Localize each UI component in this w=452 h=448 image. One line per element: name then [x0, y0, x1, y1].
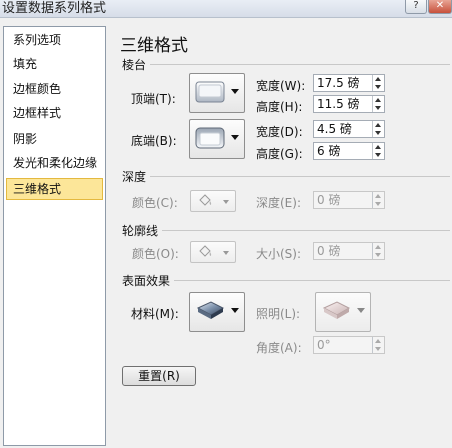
- depth-label: 深度(E):: [256, 196, 301, 210]
- sidebar-item-series-options[interactable]: 系列选项: [6, 29, 103, 51]
- spin-up-icon[interactable]: [375, 98, 381, 102]
- lighting-dropdown[interactable]: [315, 292, 371, 332]
- sidebar-item-label: 系列选项: [13, 33, 62, 47]
- depth-stepper[interactable]: 0 磅: [313, 191, 385, 209]
- spin-up-icon[interactable]: [375, 194, 381, 198]
- dropdown-arrow-icon: [231, 135, 239, 140]
- sidebar-item-fill[interactable]: 填充: [6, 53, 103, 75]
- dropdown-arrow-icon: [231, 308, 239, 313]
- spin-down-icon[interactable]: [375, 253, 381, 257]
- angle-stepper[interactable]: 0°: [313, 336, 385, 354]
- spin-up-icon[interactable]: [375, 245, 381, 249]
- divider: [150, 176, 450, 177]
- close-button[interactable]: ✕: [428, 0, 452, 14]
- bottom-width-stepper[interactable]: 4.5 磅: [313, 120, 385, 138]
- section-label: 轮廓线: [122, 224, 159, 238]
- spin-up-icon[interactable]: [375, 339, 381, 343]
- spin-down-icon[interactable]: [375, 202, 381, 206]
- paint-bucket-icon: [199, 194, 212, 206]
- contour-color-label: 颜色(O):: [132, 247, 179, 261]
- bottom-width-value: 4.5 磅: [317, 122, 352, 136]
- close-icon: ✕: [435, 0, 445, 11]
- sidebar-item-label: 发光和柔化边缘: [13, 156, 98, 170]
- spin-up-icon[interactable]: [375, 77, 381, 81]
- help-icon: ?: [413, 0, 419, 11]
- contour-size-stepper[interactable]: 0 磅: [313, 242, 385, 260]
- top-width-label: 宽度(W):: [256, 79, 306, 93]
- contour-size-label: 大小(S):: [256, 247, 302, 261]
- sidebar-item-label: 边框样式: [13, 106, 62, 120]
- dropdown-arrow-icon: [223, 200, 229, 204]
- lighting-label: 照明(L):: [256, 307, 301, 321]
- sidebar-item-3d-format[interactable]: 三维格式: [6, 178, 103, 200]
- depth-color-label: 颜色(C):: [132, 196, 178, 210]
- bottom-height-stepper[interactable]: 6 磅: [313, 142, 385, 160]
- sidebar-item-label: 阴影: [13, 132, 38, 146]
- top-height-stepper[interactable]: 11.5 磅: [313, 95, 385, 113]
- spin-up-icon[interactable]: [375, 145, 381, 149]
- spin-up-icon[interactable]: [375, 123, 381, 127]
- help-button[interactable]: ?: [405, 0, 427, 14]
- contour-color-dropdown[interactable]: [190, 241, 236, 263]
- section-label: 棱台: [122, 58, 147, 72]
- top-height-value: 11.5 磅: [317, 97, 360, 111]
- main-panel: 三维格式 棱台 顶端(T): 宽度(W): 17.5 磅 高度(H): 11.5…: [114, 26, 452, 448]
- category-list: 系列选项 填充 边框颜色 边框样式 阴影 发光和柔化边缘 三维格式: [3, 26, 106, 446]
- top-height-label: 高度(H):: [256, 100, 303, 114]
- spin-down-icon[interactable]: [375, 131, 381, 135]
- top-width-stepper[interactable]: 17.5 磅: [313, 74, 385, 92]
- depth-value: 0 磅: [317, 193, 341, 207]
- divider: [162, 230, 450, 231]
- section-surface: 表面效果: [122, 272, 170, 289]
- section-contour: 轮廓线: [122, 222, 158, 239]
- section-label: 表面效果: [122, 274, 171, 288]
- lighting-icon: [322, 301, 351, 319]
- divider: [150, 64, 450, 65]
- sidebar-item-glow-soft-edges[interactable]: 发光和柔化边缘: [6, 152, 103, 174]
- window-title: 设置数据系列格式: [2, 1, 107, 16]
- contour-size-value: 0 磅: [317, 244, 341, 258]
- bevel-top-dropdown[interactable]: [189, 73, 245, 113]
- sidebar-item-border-style[interactable]: 边框样式: [6, 102, 103, 124]
- dropdown-arrow-icon: [357, 308, 365, 313]
- dropdown-arrow-icon: [231, 89, 239, 94]
- spin-down-icon[interactable]: [375, 106, 381, 110]
- page-title: 三维格式: [120, 36, 188, 56]
- spin-down-icon[interactable]: [375, 153, 381, 157]
- depth-color-dropdown[interactable]: [190, 190, 236, 212]
- reset-button[interactable]: 重置(R): [122, 366, 196, 386]
- angle-label: 角度(A):: [256, 341, 302, 355]
- sidebar-item-border-color[interactable]: 边框颜色: [6, 78, 103, 100]
- sidebar-item-label: 填充: [13, 57, 38, 71]
- spin-down-icon[interactable]: [375, 347, 381, 351]
- angle-value: 0°: [317, 338, 331, 352]
- paint-bucket-icon: [199, 245, 212, 257]
- section-label: 深度: [122, 170, 147, 184]
- bevel-bottom-label: 底端(B):: [131, 134, 177, 148]
- bevel-bottom-dropdown[interactable]: [189, 119, 245, 159]
- bottom-height-label: 高度(G):: [256, 147, 303, 161]
- bevel-top-icon: [195, 81, 225, 103]
- bottom-width-label: 宽度(D):: [256, 125, 303, 139]
- bevel-top-label: 顶端(T):: [131, 92, 176, 106]
- material-dropdown[interactable]: [189, 292, 245, 332]
- sidebar-item-shadow[interactable]: 阴影: [6, 128, 103, 150]
- sidebar-item-label: 三维格式: [13, 182, 62, 196]
- bottom-height-value: 6 磅: [317, 144, 341, 158]
- spin-down-icon[interactable]: [375, 85, 381, 89]
- divider: [174, 280, 450, 281]
- top-width-value: 17.5 磅: [317, 76, 360, 90]
- material-label: 材料(M):: [131, 307, 179, 321]
- bevel-bottom-icon: [195, 127, 225, 149]
- material-icon: [196, 301, 225, 319]
- title-bar: 设置数据系列格式 ? ✕: [0, 0, 452, 18]
- dropdown-arrow-icon: [223, 251, 229, 255]
- section-bevel: 棱台: [122, 56, 146, 73]
- sidebar-item-label: 边框颜色: [13, 82, 62, 96]
- section-depth: 深度: [122, 168, 146, 185]
